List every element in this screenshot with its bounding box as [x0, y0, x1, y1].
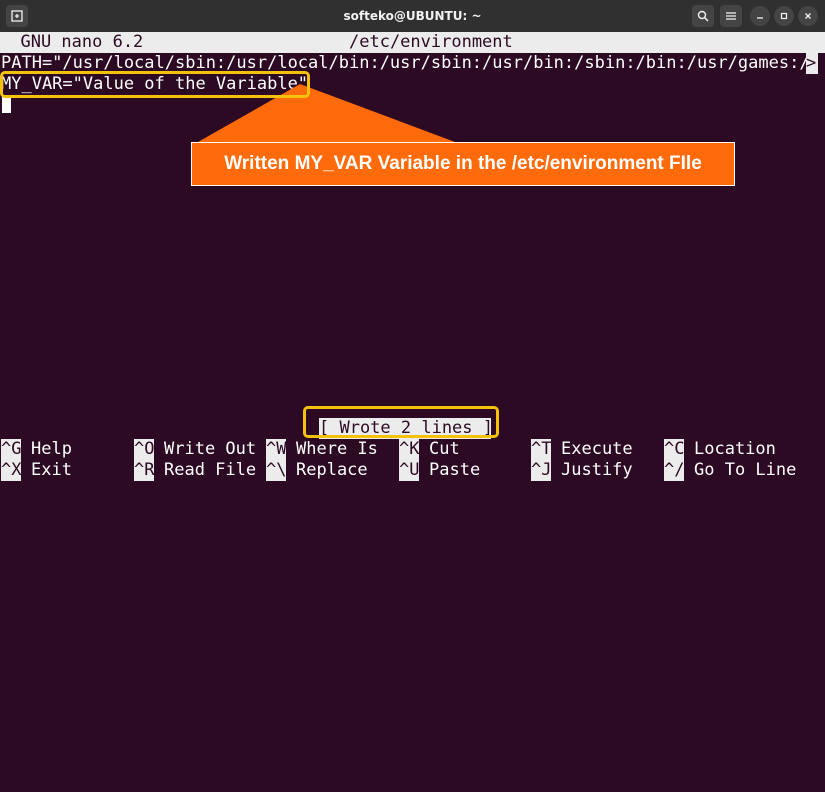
status-highlight-box — [303, 406, 499, 438]
my-var-highlight-box — [0, 71, 310, 98]
annotation-callout: Written MY_VAR Variable in the /etc/envi… — [191, 142, 735, 186]
